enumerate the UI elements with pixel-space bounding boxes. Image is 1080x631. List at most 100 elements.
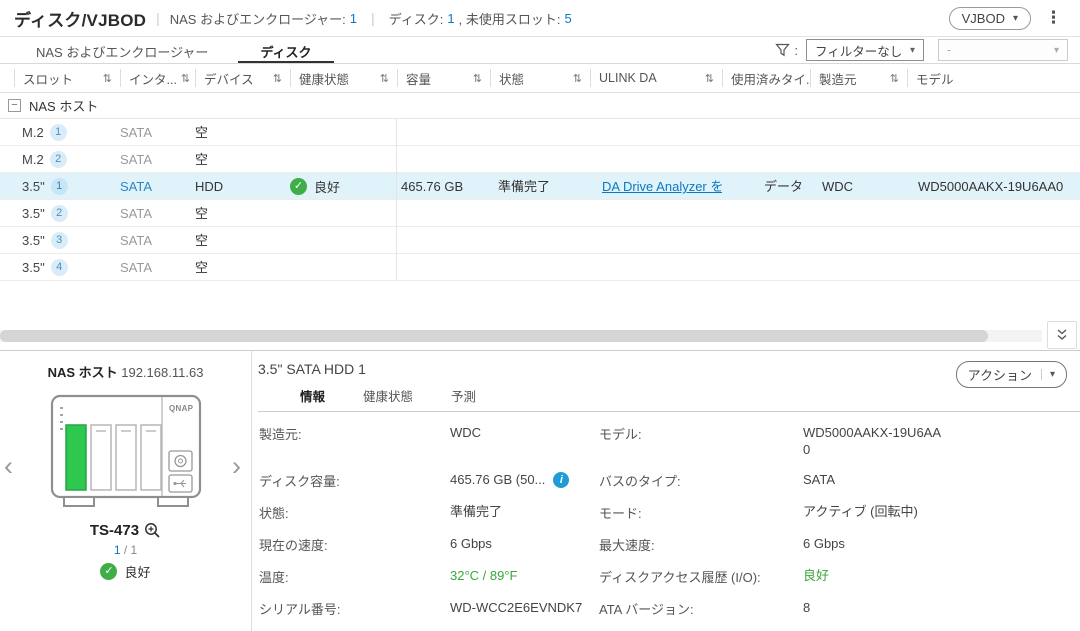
- column-header-used-type[interactable]: 使用済みタイ...: [722, 69, 810, 87]
- table-row[interactable]: 3.5" 2 SATA 空: [0, 200, 1080, 227]
- tab-info[interactable]: 情報: [300, 386, 325, 411]
- info-icon[interactable]: i: [553, 472, 569, 488]
- da-drive-analyzer-link[interactable]: DA Drive Analyzer を...: [602, 179, 722, 194]
- tab-health-status[interactable]: 健康状態: [363, 386, 413, 411]
- disk-detail-fields: 製造元: WDC モデル: WD5000AAKX-19U6AA0 ディスク容量:…: [258, 424, 1080, 631]
- field-label-status: 状態:: [258, 503, 450, 522]
- capacity-cell: [397, 200, 490, 227]
- scrollbar-thumb[interactable]: [0, 330, 988, 342]
- filter-funnel-icon: [775, 43, 790, 57]
- device-cell: 空: [195, 200, 290, 227]
- field-value-current-speed: 6 Gbps: [450, 535, 598, 552]
- previous-enclosure-arrow[interactable]: ‹: [4, 451, 13, 481]
- chevron-down-icon: ▾: [1041, 369, 1055, 380]
- tab-disk[interactable]: ディスク: [238, 37, 333, 63]
- table-row[interactable]: 3.5" 3 SATA 空: [0, 227, 1080, 254]
- slot-label: M.2: [22, 152, 44, 167]
- slot-cell: 3.5" 3: [14, 227, 120, 254]
- field-value-manufacturer: WDC: [450, 424, 598, 441]
- group-row-nas-host[interactable]: − NAS ホスト: [0, 93, 1080, 119]
- table-row-selected[interactable]: 3.5" 1 SATA HDD ✓ 良好 465.76 GB 準備完了 DA D…: [0, 173, 1080, 200]
- zoom-in-icon[interactable]: [144, 522, 161, 539]
- used-type-cell: [722, 200, 810, 227]
- drive-bay-2-empty: [91, 425, 111, 490]
- sort-icon: ⇅: [103, 72, 112, 85]
- field-label-serial-number: シリアル番号:: [258, 599, 450, 618]
- column-label: デバイス: [204, 69, 254, 87]
- sort-icon: ⇅: [573, 72, 582, 85]
- filter-controls: : フィルターなし ▾ - ▾: [775, 37, 1068, 63]
- panel-collapse-button[interactable]: [1047, 321, 1077, 349]
- device-cell: 空: [195, 227, 290, 254]
- manufacturer-cell: [810, 227, 907, 254]
- column-header-capacity[interactable]: 容量 ⇅: [397, 69, 490, 87]
- bottom-detail-panel: NAS ホスト 192.168.11.63 ‹ ›: [0, 350, 1080, 631]
- tab-nas-and-enclosure[interactable]: NAS およびエンクロージャー: [14, 37, 230, 63]
- horizontal-scrollbar[interactable]: [0, 330, 1042, 342]
- disk-count-label: ディスク:: [389, 9, 444, 28]
- chevron-down-icon: ▾: [1054, 45, 1059, 56]
- ulink-cell: [590, 200, 722, 227]
- manufacturer-cell: [810, 254, 907, 281]
- field-label-mode: モード:: [598, 503, 803, 522]
- field-label-temperature: 温度:: [258, 567, 450, 586]
- slot-cell: 3.5" 2: [14, 200, 120, 227]
- table-row[interactable]: 3.5" 4 SATA 空: [0, 254, 1080, 281]
- filter-secondary-value: -: [947, 43, 951, 57]
- column-label: 容量: [406, 69, 431, 87]
- ulink-cell: [590, 227, 722, 254]
- capacity-cell: [397, 146, 490, 173]
- column-header-interface[interactable]: インタ... ⇅: [120, 69, 195, 87]
- column-header-ulink-da[interactable]: ULINK DA ⇅: [590, 69, 722, 87]
- used-type-cell: [722, 254, 810, 281]
- nas-host-pane: NAS ホスト 192.168.11.63 ‹ ›: [0, 351, 252, 631]
- interface-cell: SATA: [120, 173, 195, 200]
- column-header-device[interactable]: デバイス ⇅: [195, 69, 290, 87]
- unused-slots-label: , 未使用スロット:: [459, 9, 561, 28]
- status-cell: [490, 227, 590, 254]
- table-row[interactable]: M.2 2 SATA 空: [0, 146, 1080, 173]
- used-type-cell: データ: [722, 173, 810, 200]
- nas-enclosure-count: 1: [350, 11, 357, 26]
- column-header-slot[interactable]: スロット ⇅: [14, 69, 120, 87]
- health-cell: [290, 227, 397, 254]
- interface-cell: SATA: [120, 146, 195, 173]
- nas-device-image[interactable]: QNAP: [0, 394, 251, 510]
- health-label: 良好: [314, 177, 340, 196]
- manufacturer-cell: [810, 146, 907, 173]
- interface-cell: SATA: [120, 119, 195, 146]
- table-footer: [0, 281, 1080, 350]
- column-header-health[interactable]: 健康状態 ⇅: [290, 69, 397, 87]
- filter-select[interactable]: フィルターなし ▾: [806, 39, 924, 61]
- column-header-manufacturer[interactable]: 製造元 ⇅: [810, 69, 907, 87]
- nas-model-name: TS-473: [90, 522, 139, 539]
- action-button-label: アクション: [968, 365, 1032, 384]
- slot-number-badge: 3: [51, 232, 68, 249]
- column-label: スロット: [23, 69, 73, 87]
- nas-host-ip: 192.168.11.63: [121, 365, 203, 380]
- ulink-cell: [590, 254, 722, 281]
- action-button[interactable]: アクション ▾: [956, 361, 1067, 388]
- filter-secondary-select[interactable]: - ▾: [938, 39, 1068, 61]
- field-value-max-speed: 6 Gbps: [803, 535, 1080, 552]
- enclosure-pager: 1 / 1: [0, 543, 251, 557]
- table-row[interactable]: M.2 1 SATA 空: [0, 119, 1080, 146]
- chevron-down-icon: ▾: [910, 45, 915, 56]
- vjbod-button-label: VJBOD: [962, 11, 1005, 26]
- next-enclosure-arrow[interactable]: ›: [232, 451, 241, 481]
- vjbod-button[interactable]: VJBOD ▾: [949, 7, 1031, 30]
- used-type-cell: [722, 146, 810, 173]
- column-header-status[interactable]: 状態 ⇅: [490, 69, 590, 87]
- sort-icon: ⇅: [181, 72, 190, 85]
- slot-cell: 3.5" 1: [14, 173, 120, 200]
- summary-bar: NAS およびエンクロージャー: 1 | ディスク: 1 , 未使用スロット: …: [170, 9, 572, 28]
- collapse-expander-icon[interactable]: −: [8, 99, 21, 112]
- kebab-menu-icon[interactable]: ⋮: [1039, 8, 1068, 28]
- nas-model-row: TS-473: [0, 522, 251, 539]
- column-label: 使用済みタイ...: [731, 69, 810, 87]
- field-value-serial-number: WD-WCC2E6EVNDK7: [450, 599, 598, 616]
- tab-prediction[interactable]: 予測: [451, 386, 476, 411]
- pager-current: 1: [114, 543, 121, 557]
- manufacturer-cell: [810, 200, 907, 227]
- column-header-model[interactable]: モデル: [907, 69, 1080, 87]
